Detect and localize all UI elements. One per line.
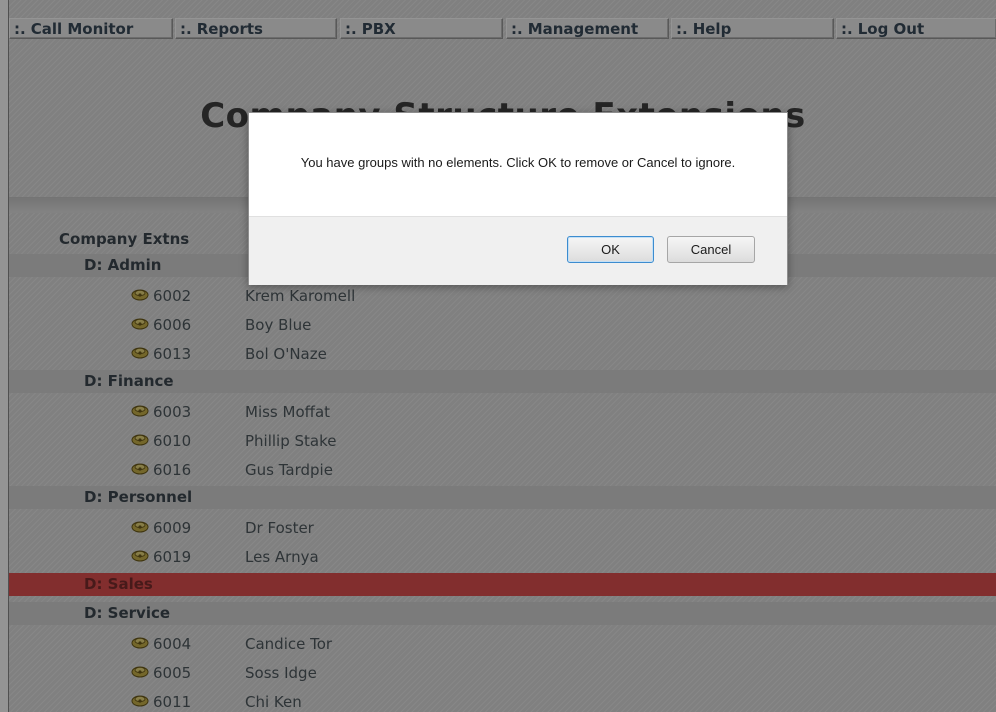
modal-overlay	[0, 0, 996, 712]
confirm-dialog: You have groups with no elements. Click …	[248, 112, 788, 285]
dialog-footer: OK Cancel	[249, 216, 787, 285]
ok-button[interactable]: OK	[567, 236, 654, 263]
cancel-button[interactable]: Cancel	[667, 236, 755, 263]
dialog-message: You have groups with no elements. Click …	[300, 155, 736, 170]
